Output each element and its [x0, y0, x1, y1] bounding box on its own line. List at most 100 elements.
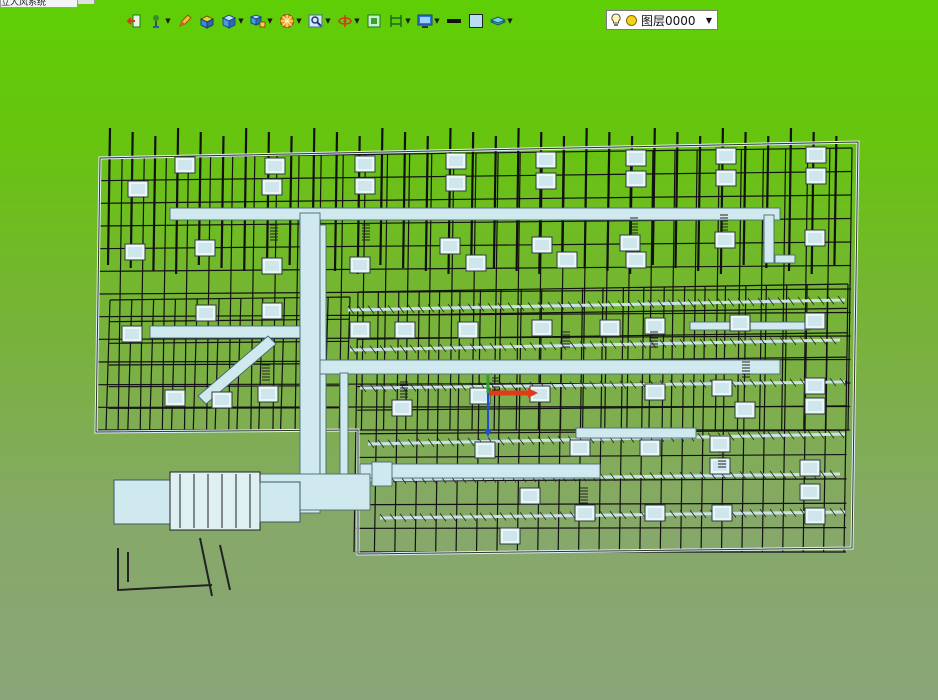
pin-button[interactable]: ▼	[146, 10, 173, 32]
diffuser-face	[715, 508, 729, 518]
diffuser-face	[603, 323, 617, 333]
diffuser-face	[353, 325, 367, 335]
chevron-down-icon[interactable]: ▼	[165, 17, 171, 25]
diffuser-face	[131, 184, 145, 194]
diffuser-face	[560, 255, 574, 265]
diffuser-face	[733, 318, 747, 328]
hanger-rod	[697, 135, 702, 272]
exit-button[interactable]	[124, 10, 144, 32]
diffuser-face	[125, 329, 139, 339]
hanger-rod	[243, 127, 248, 272]
diffuser-face	[215, 395, 229, 405]
column-button[interactable]: ▼	[386, 10, 413, 32]
diffuser-face	[199, 308, 213, 318]
pencil-icon	[179, 14, 192, 27]
monitor-button[interactable]: ▼	[415, 10, 442, 32]
grid-line	[373, 291, 380, 553]
document-tab-close[interactable]	[78, 0, 95, 4]
grid-line	[356, 453, 847, 459]
hanger-rod	[379, 127, 384, 266]
wheel-button[interactable]: ▼	[277, 10, 304, 32]
duct-segment	[299, 212, 321, 514]
zoom-window-button[interactable]: ▼	[306, 10, 333, 32]
box-face-icon	[199, 15, 215, 29]
duct-segment	[149, 325, 301, 339]
duct-segment	[359, 463, 601, 479]
frame-icon	[367, 14, 381, 28]
support-frame	[117, 537, 231, 597]
diffuser-face	[808, 316, 822, 326]
color-swatch-icon	[469, 14, 483, 28]
diffuser-face	[573, 443, 587, 453]
diffuser-face	[449, 178, 463, 188]
diffuser-face	[539, 176, 553, 186]
chevron-down-icon[interactable]: ▼	[507, 17, 513, 25]
document-tab[interactable]: 立人风系统	[0, 0, 78, 8]
hanger-rod	[424, 135, 429, 272]
hanger-rod	[651, 127, 656, 266]
cube-icon	[221, 14, 237, 29]
document-tab-title: 立人风系统	[1, 0, 47, 8]
chevron-down-icon[interactable]: ▼	[296, 17, 302, 25]
model-viewport[interactable]	[0, 36, 938, 700]
duct-segment	[319, 359, 781, 375]
diffuser-face	[715, 383, 729, 393]
cube-view-button[interactable]: ▼	[248, 10, 275, 32]
sun-icon[interactable]	[625, 14, 638, 27]
diffuser-face	[808, 233, 822, 243]
bulb-icon[interactable]	[610, 13, 622, 27]
box-face-button[interactable]	[197, 10, 217, 32]
diffuser-face	[713, 439, 727, 449]
chevron-down-icon[interactable]: ▼	[267, 17, 273, 25]
cube-button[interactable]: ▼	[219, 10, 246, 32]
ahu-section	[259, 481, 301, 523]
chevron-down-icon[interactable]: ▼	[434, 17, 440, 25]
diffuser-face	[449, 156, 463, 166]
diffuser-face	[803, 463, 817, 473]
diffuser-face	[265, 182, 279, 192]
hanger-rod	[106, 127, 112, 266]
diffuser-face	[713, 461, 727, 471]
layer-select[interactable]: 图层0000 ▼	[606, 10, 718, 30]
ahu-section	[113, 479, 175, 525]
duct-segment	[169, 207, 781, 221]
diffuser-face	[809, 171, 823, 181]
chevron-down-icon[interactable]: ▼	[354, 17, 360, 25]
lineweight-button[interactable]	[444, 10, 464, 32]
diffuser-face	[128, 247, 142, 257]
diffuser-face	[719, 151, 733, 161]
truss-chord	[349, 338, 841, 352]
diffuser-face	[443, 241, 457, 251]
diffuser-face	[629, 174, 643, 184]
duct-segment	[319, 224, 327, 486]
layer-stack-button[interactable]: ▼	[488, 10, 515, 32]
monitor-icon	[417, 14, 433, 28]
diffuser-face	[643, 443, 657, 453]
column-icon	[390, 15, 402, 27]
grid-line	[356, 527, 847, 529]
diffuser-face	[718, 235, 732, 245]
diffuser-face	[535, 323, 549, 333]
hanger-rod	[742, 131, 747, 266]
duct-segment	[371, 461, 393, 487]
diffuser-face	[648, 387, 662, 397]
diffuser-face	[803, 487, 817, 497]
color-swatch-button[interactable]	[466, 10, 486, 32]
orbit-button[interactable]: ▼	[335, 10, 362, 32]
frame-button[interactable]	[364, 10, 384, 32]
diffuser-face	[398, 325, 412, 335]
diffuser-face	[265, 306, 279, 316]
chevron-down-icon[interactable]: ▼	[325, 17, 331, 25]
pencil-button[interactable]	[175, 10, 195, 32]
grid-line	[414, 290, 420, 553]
diffuser-face	[808, 511, 822, 521]
cube-view-icon	[250, 14, 266, 28]
chevron-down-icon[interactable]: ▼	[704, 16, 714, 25]
diffuser-face	[198, 243, 212, 253]
hanger-rod	[674, 131, 679, 269]
chevron-down-icon[interactable]: ▼	[405, 17, 411, 25]
lineweight-icon	[447, 19, 461, 23]
diffuser-face	[353, 260, 367, 270]
chevron-down-icon[interactable]: ▼	[238, 17, 244, 25]
ahu-section	[169, 471, 261, 531]
